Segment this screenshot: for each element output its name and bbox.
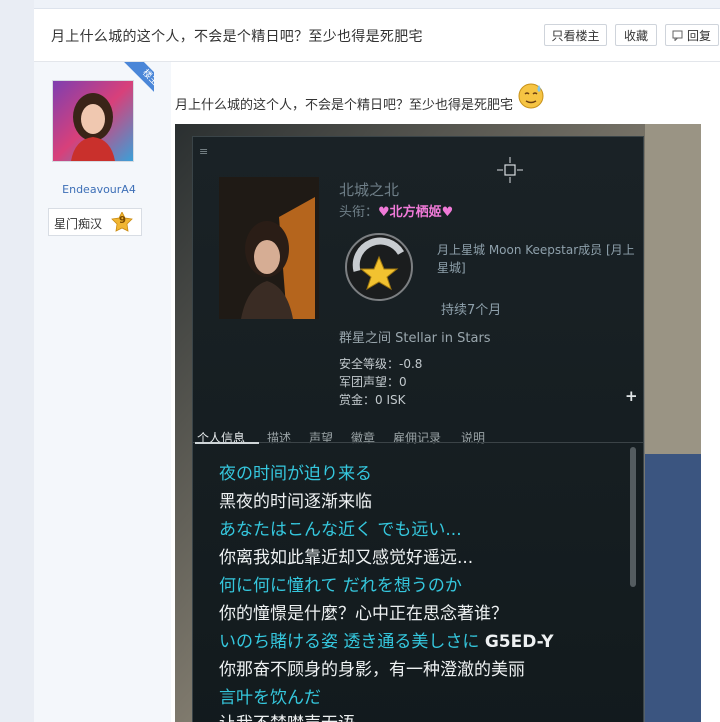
- op-ribbon: 楼主: [122, 62, 154, 94]
- portrait-image: [219, 177, 319, 319]
- active-tab-underline: [195, 442, 259, 444]
- post-image[interactable]: ≡ 北城之北 头衔：♥北方栖姬♥ 月上星城 Moon Keepstar成员 [月…: [175, 124, 701, 722]
- tab-employment-history[interactable]: 雇佣记录: [393, 429, 441, 446]
- favorite-button[interactable]: 收藏: [615, 24, 657, 46]
- author-name[interactable]: EndeavourA4: [34, 183, 164, 196]
- bio-line: 黑夜的时间逐渐来临: [219, 492, 372, 512]
- crosshair-icon[interactable]: [497, 157, 523, 183]
- post-text: 月上什么城的这个人，不会是个精日吧？至少也得是死肥宅: [175, 98, 514, 113]
- bio-line: 你那奋不顾身的身影，有一种澄澈的美丽: [219, 660, 525, 680]
- corp-standing: 军团声望：0: [339, 375, 407, 389]
- tab-description[interactable]: 描述: [267, 429, 291, 446]
- bio-line: いのち賭ける姿 透き通る美しさに G5ED-Y: [219, 627, 554, 652]
- bio-scrollbar[interactable]: [630, 447, 636, 587]
- reply-label: 回复: [686, 29, 711, 43]
- rank-title: 星门痴汉: [54, 217, 103, 231]
- bio-line: 你离我如此靠近却又感觉好遥远...: [219, 548, 474, 568]
- thread-header: 月上什么城的这个人，不会是个精日吧？至少也得是死肥宅 只看楼主 收藏 回复: [34, 9, 720, 62]
- bio-line: あなたはこんな近く でも远い...: [219, 520, 462, 540]
- title-label: 头衔：: [339, 205, 379, 220]
- corporation-name[interactable]: 月上星城 Moon Keepstar成员 [月上星城]: [437, 241, 643, 277]
- character-info-window: ≡ 北城之北 头衔：♥北方栖姬♥ 月上星城 Moon Keepstar成员 [月…: [192, 136, 644, 722]
- corporation-logo: [345, 233, 413, 301]
- sweat-emoji-icon: [518, 83, 544, 109]
- security-status: 安全等级：-0.8: [339, 357, 423, 371]
- character-name: 北城之北: [339, 181, 400, 199]
- bio-line: 言叶を饮んだ: [219, 688, 321, 708]
- avatar-image: [53, 81, 133, 161]
- level-number: 9: [119, 215, 126, 226]
- character-title: 头衔：♥北方栖姬♥: [339, 201, 453, 220]
- tenure: 持续7个月: [441, 303, 502, 318]
- reply-icon: [672, 30, 683, 41]
- system-link[interactable]: G5ED-Y: [485, 632, 554, 652]
- tab-divider: [193, 442, 643, 443]
- bio-line: 何に何に憧れて だれを想うのか: [219, 576, 462, 596]
- title-value: ♥北方栖姬♥: [378, 205, 454, 220]
- only-op-button[interactable]: 只看楼主: [544, 24, 607, 46]
- tab-standing[interactable]: 声望: [309, 429, 333, 446]
- rank-badge: 星门痴汉 9: [48, 208, 142, 236]
- tab-notes[interactable]: 说明: [461, 429, 485, 446]
- forum-page: 月上什么城的这个人，不会是个精日吧？至少也得是死肥宅 只看楼主 收藏 回复 楼主…: [34, 0, 720, 722]
- plus-icon[interactable]: +: [625, 387, 638, 405]
- alliance-name[interactable]: 群星之间 Stellar in Stars: [339, 327, 491, 346]
- op-badge: 楼主: [123, 62, 154, 94]
- top-strip: [34, 0, 720, 9]
- thread-title: 月上什么城的这个人，不会是个精日吧？至少也得是死肥宅: [51, 29, 423, 45]
- bio-line: 夜の时间が迫り来る: [219, 464, 372, 484]
- bio-line: 你的憧憬是什麼？心中正在思念著谁？: [219, 604, 508, 624]
- menu-icon[interactable]: ≡: [199, 145, 208, 158]
- author-sidebar: 楼主 EndeavourA4 星门痴汉 9: [34, 62, 171, 722]
- tab-medals[interactable]: 徽章: [351, 429, 375, 446]
- bio-line: 让我不禁噤声无语: [219, 709, 355, 722]
- bio-line-text: いのち賭ける姿 透き通る美しさに: [219, 632, 480, 652]
- reply-button[interactable]: 回复: [665, 24, 719, 46]
- bounty: 赏金：0 ISK: [339, 393, 406, 407]
